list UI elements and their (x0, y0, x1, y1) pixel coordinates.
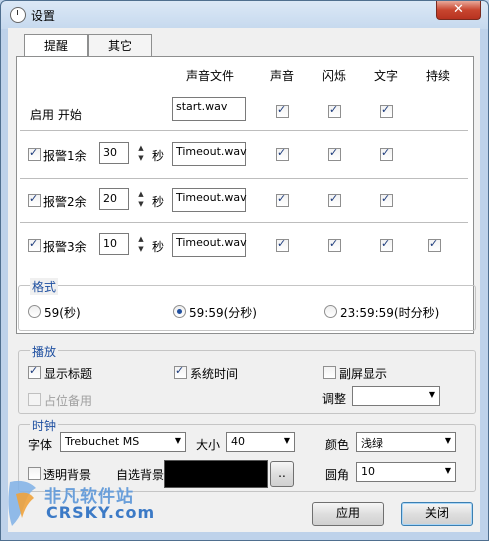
adjust-label: 调整 (322, 392, 347, 406)
alarm2-sound-checkbox[interactable] (276, 192, 289, 207)
alarm2-spin-arrows[interactable]: ▲ ▼ (136, 189, 146, 211)
alarm1-unit: 秒 (152, 149, 165, 163)
header-flash: 闪烁 (322, 69, 347, 83)
alarm2-enable-checkbox[interactable] (28, 192, 41, 207)
alarm3-label: 报警3余 (43, 240, 87, 254)
placeholder-checkbox[interactable] (28, 393, 41, 406)
header-continuous: 持续 (426, 69, 451, 83)
size-label: 大小 (196, 438, 221, 452)
color-select-value: 浅绿 (361, 437, 383, 450)
format-seconds-label: 59(秒) (44, 306, 81, 320)
secondary-display-label: 副屏显示 (339, 367, 388, 381)
close-window-button[interactable]: ✕ (436, 1, 481, 20)
placeholder-label: 占位备用 (44, 394, 93, 408)
start-text-checkbox[interactable] (380, 103, 393, 118)
alarm1-label: 报警1余 (43, 149, 87, 163)
size-select-value: 40 (231, 435, 245, 448)
start-row-label: 启用 开始 (30, 108, 82, 122)
row-divider (20, 222, 468, 223)
alarm3-sound-checkbox[interactable] (276, 237, 289, 252)
color-label: 颜色 (325, 438, 350, 452)
watermark-logo: 非凡软件站 CRSKY.com (6, 476, 166, 534)
alarm2-unit: 秒 (152, 195, 165, 209)
show-title-label: 显示标题 (44, 367, 93, 381)
alarm1-enable-checkbox[interactable] (28, 146, 41, 161)
chevron-down-icon: ▼ (283, 436, 290, 445)
alarm3-spin-arrows[interactable]: ▲ ▼ (136, 234, 146, 256)
alarm3-flash-checkbox[interactable] (328, 237, 341, 252)
start-sound-file-input[interactable]: start.wav (172, 97, 246, 121)
close-button[interactable]: 关闭 (401, 502, 473, 526)
radius-select[interactable]: 10 ▼ (356, 462, 456, 482)
alarm2-seconds-input[interactable]: 20 (99, 188, 129, 210)
row-divider (20, 178, 468, 179)
clock-group-title: 时钟 (30, 417, 59, 434)
system-time-checkbox[interactable] (174, 364, 187, 379)
alarm1-flash-checkbox[interactable] (328, 146, 341, 161)
row-divider (20, 130, 468, 131)
header-sound: 声音 (270, 69, 295, 83)
tab-reminder[interactable]: 提醒 (24, 34, 88, 58)
start-sound-checkbox[interactable] (276, 103, 289, 118)
play-group-title: 播放 (30, 343, 59, 360)
font-select[interactable]: Trebuchet MS ▼ (60, 432, 186, 452)
alarm3-seconds-input[interactable]: 10 (99, 233, 129, 255)
format-hour-min-sec-radio[interactable] (324, 305, 337, 318)
start-flash-checkbox[interactable] (328, 103, 341, 118)
size-select[interactable]: 40 ▼ (226, 432, 295, 452)
alarm3-continuous-checkbox[interactable] (428, 237, 441, 252)
chevron-down-icon: ▼ (444, 436, 451, 445)
show-title-checkbox[interactable] (28, 364, 41, 379)
adjust-select[interactable]: ▼ (352, 386, 440, 406)
alarm3-unit: 秒 (152, 240, 165, 254)
alarm2-flash-checkbox[interactable] (328, 192, 341, 207)
format-group-title: 格式 (30, 278, 59, 295)
alarm3-sound-file-input[interactable]: Timeout.wav (172, 233, 247, 257)
alarm1-sound-file-input[interactable]: Timeout.wav (172, 142, 247, 166)
apply-button[interactable]: 应用 (312, 502, 384, 526)
secondary-display-checkbox[interactable] (323, 366, 336, 379)
alarm3-enable-checkbox[interactable] (28, 237, 41, 252)
header-text: 文字 (374, 69, 399, 83)
format-seconds-radio[interactable] (28, 305, 41, 318)
alarm2-text-checkbox[interactable] (380, 192, 393, 207)
format-min-sec-label: 59:59(分秒) (189, 306, 257, 320)
window-title: 设置 (31, 9, 56, 23)
alarm1-seconds-input[interactable]: 30 (99, 142, 129, 164)
watermark-icon (8, 480, 36, 526)
title-bar[interactable]: 设置 ✕ (1, 1, 488, 29)
clock-icon (10, 7, 26, 23)
browse-background-button[interactable]: .. (270, 461, 294, 487)
alarm3-text-checkbox[interactable] (380, 237, 393, 252)
font-select-value: Trebuchet MS (65, 435, 140, 448)
alarm2-label: 报警2余 (43, 195, 87, 209)
alarm1-spin-arrows[interactable]: ▲ ▼ (136, 143, 146, 165)
format-min-sec-radio[interactable] (173, 305, 186, 318)
alarm2-sound-file-input[interactable]: Timeout.wav (172, 188, 247, 212)
radius-label: 圆角 (325, 468, 350, 482)
chevron-down-icon: ▼ (428, 390, 435, 399)
tab-other[interactable]: 其它 (88, 34, 152, 57)
system-time-label: 系统时间 (190, 367, 239, 381)
watermark-subtitle: CRSKY.com (46, 503, 156, 522)
format-hour-min-sec-label: 23:59:59(时分秒) (340, 306, 440, 320)
font-label: 字体 (28, 438, 53, 452)
color-select[interactable]: 浅绿 ▼ (356, 432, 456, 452)
header-sound-file: 声音文件 (186, 69, 235, 83)
alarm1-text-checkbox[interactable] (380, 146, 393, 161)
chevron-down-icon: ▼ (444, 466, 451, 475)
chevron-down-icon: ▼ (174, 436, 181, 445)
radius-select-value: 10 (361, 465, 375, 478)
alarm1-sound-checkbox[interactable] (276, 146, 289, 161)
background-color-swatch[interactable] (164, 460, 268, 488)
